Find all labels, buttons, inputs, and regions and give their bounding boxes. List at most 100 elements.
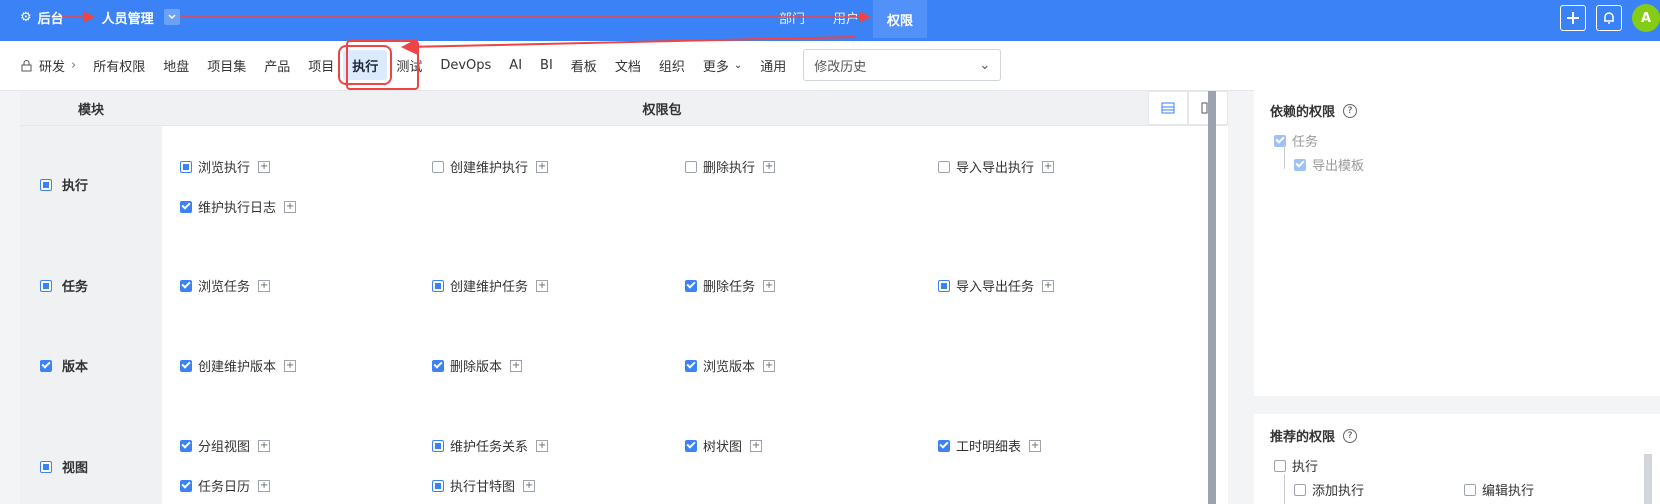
checkbox[interactable]: [432, 160, 444, 173]
checkbox[interactable]: [432, 359, 444, 372]
rec-item[interactable]: 编辑执行: [1464, 480, 1534, 499]
help-icon[interactable]: ?: [1343, 103, 1358, 118]
checkbox[interactable]: [938, 160, 950, 173]
expand-icon[interactable]: +: [1042, 279, 1055, 292]
tab-product[interactable]: 产品: [255, 50, 299, 80]
perm-item[interactable]: 删除执行 +: [685, 157, 776, 176]
tab-doc[interactable]: 文档: [606, 50, 650, 80]
checkbox[interactable]: [180, 359, 192, 372]
bell-icon[interactable]: [1596, 5, 1622, 31]
module-execution[interactable]: 执行: [40, 175, 88, 194]
breadcrumb[interactable]: 研发 ›: [20, 56, 76, 75]
expand-icon[interactable]: +: [258, 439, 271, 452]
perm-item[interactable]: 执行甘特图 +: [432, 476, 536, 495]
expand-icon[interactable]: +: [258, 279, 271, 292]
perm-item[interactable]: 创建维护执行 +: [432, 157, 549, 176]
help-icon[interactable]: ?: [1343, 428, 1358, 443]
expand-icon[interactable]: +: [536, 279, 549, 292]
expand-icon[interactable]: +: [1029, 439, 1042, 452]
tab-more[interactable]: 更多 ⌄: [694, 50, 751, 80]
expand-icon[interactable]: +: [523, 479, 536, 492]
checkbox[interactable]: [685, 279, 697, 292]
scrollbar[interactable]: [1644, 454, 1652, 504]
perm-item[interactable]: 任务日历 +: [180, 476, 271, 495]
checkbox[interactable]: [1294, 483, 1306, 496]
tab-project[interactable]: 项目: [299, 50, 343, 80]
perm-item[interactable]: 删除版本 +: [432, 356, 523, 375]
perm-item[interactable]: 创建维护版本 +: [180, 356, 297, 375]
expand-icon[interactable]: +: [284, 200, 297, 213]
checkbox[interactable]: [1464, 483, 1476, 496]
checkbox[interactable]: [432, 279, 444, 292]
tab-org[interactable]: 组织: [650, 50, 694, 80]
tab-kanban[interactable]: 看板: [562, 50, 606, 80]
nav-department[interactable]: 部门: [765, 0, 819, 34]
nav-permission[interactable]: 权限: [873, 0, 928, 38]
tab-my[interactable]: 地盘: [154, 50, 198, 80]
perm-item[interactable]: 分组视图 +: [180, 436, 271, 455]
perm-item[interactable]: 创建维护任务 +: [432, 276, 549, 295]
expand-icon[interactable]: +: [510, 359, 523, 372]
checkbox[interactable]: [180, 439, 192, 452]
perm-item[interactable]: 浏览任务 +: [180, 276, 271, 295]
expand-icon[interactable]: +: [536, 439, 549, 452]
gear-icon[interactable]: ⚙: [20, 10, 32, 25]
nav-user[interactable]: 用户: [819, 0, 873, 34]
checkbox[interactable]: [40, 460, 52, 473]
checkbox[interactable]: [180, 279, 192, 292]
expand-icon[interactable]: +: [536, 160, 549, 173]
perm-item[interactable]: 维护执行日志 +: [180, 197, 297, 216]
expand-icon[interactable]: +: [763, 279, 776, 292]
chevron-down-icon[interactable]: [163, 9, 180, 25]
perm-item[interactable]: 浏览执行 +: [180, 157, 271, 176]
perm-item[interactable]: 工时明细表 +: [938, 436, 1042, 455]
tab-general[interactable]: 通用: [751, 50, 795, 80]
perm-item[interactable]: 树状图 +: [685, 436, 763, 455]
module-version[interactable]: 版本: [40, 356, 88, 375]
tab-program[interactable]: 项目集: [198, 50, 255, 80]
tab-all[interactable]: 所有权限: [84, 50, 154, 80]
rec-item[interactable]: 执行: [1274, 456, 1318, 475]
breadcrumb-root[interactable]: 研发: [39, 56, 65, 75]
tab-test[interactable]: 测试: [387, 50, 431, 80]
tab-ai[interactable]: AI: [500, 50, 531, 80]
perm-item[interactable]: 删除任务 +: [685, 276, 776, 295]
expand-icon[interactable]: +: [763, 359, 776, 372]
expand-icon[interactable]: +: [258, 479, 271, 492]
perm-item[interactable]: 维护任务关系 +: [432, 436, 549, 455]
expand-icon[interactable]: +: [750, 439, 763, 452]
checkbox[interactable]: [938, 279, 950, 292]
module-task[interactable]: 任务: [40, 276, 88, 295]
checkbox[interactable]: [685, 359, 697, 372]
rec-item[interactable]: 添加执行: [1294, 480, 1364, 499]
checkbox[interactable]: [938, 439, 950, 452]
checkbox[interactable]: [40, 178, 52, 191]
checkbox[interactable]: [1274, 459, 1286, 472]
expand-icon[interactable]: +: [258, 160, 271, 173]
tab-bi[interactable]: BI: [531, 50, 562, 80]
perm-item[interactable]: 导入导出执行 +: [938, 157, 1055, 176]
perm-item[interactable]: 导入导出任务 +: [938, 276, 1055, 295]
checkbox[interactable]: [180, 160, 192, 173]
people-management-link[interactable]: 人员管理: [102, 8, 154, 27]
list-view-icon[interactable]: [1148, 91, 1188, 125]
checkbox[interactable]: [180, 479, 192, 492]
tab-execution[interactable]: 执行: [338, 45, 393, 85]
backend-link[interactable]: 后台: [38, 8, 64, 27]
checkbox[interactable]: [685, 160, 697, 173]
expand-icon[interactable]: +: [284, 359, 297, 372]
expand-icon[interactable]: +: [763, 160, 776, 173]
avatar[interactable]: A: [1632, 4, 1660, 32]
checkbox[interactable]: [40, 359, 52, 372]
expand-icon[interactable]: +: [1042, 160, 1055, 173]
perm-item[interactable]: 浏览版本 +: [685, 356, 776, 375]
checkbox[interactable]: [432, 439, 444, 452]
checkbox[interactable]: [685, 439, 697, 452]
checkbox[interactable]: [432, 479, 444, 492]
checkbox[interactable]: [180, 200, 192, 213]
scrollbar[interactable]: [1208, 91, 1216, 504]
plus-icon[interactable]: [1560, 5, 1586, 31]
checkbox[interactable]: [40, 279, 52, 292]
module-view[interactable]: 视图: [40, 457, 88, 476]
tab-devops[interactable]: DevOps: [431, 50, 500, 80]
